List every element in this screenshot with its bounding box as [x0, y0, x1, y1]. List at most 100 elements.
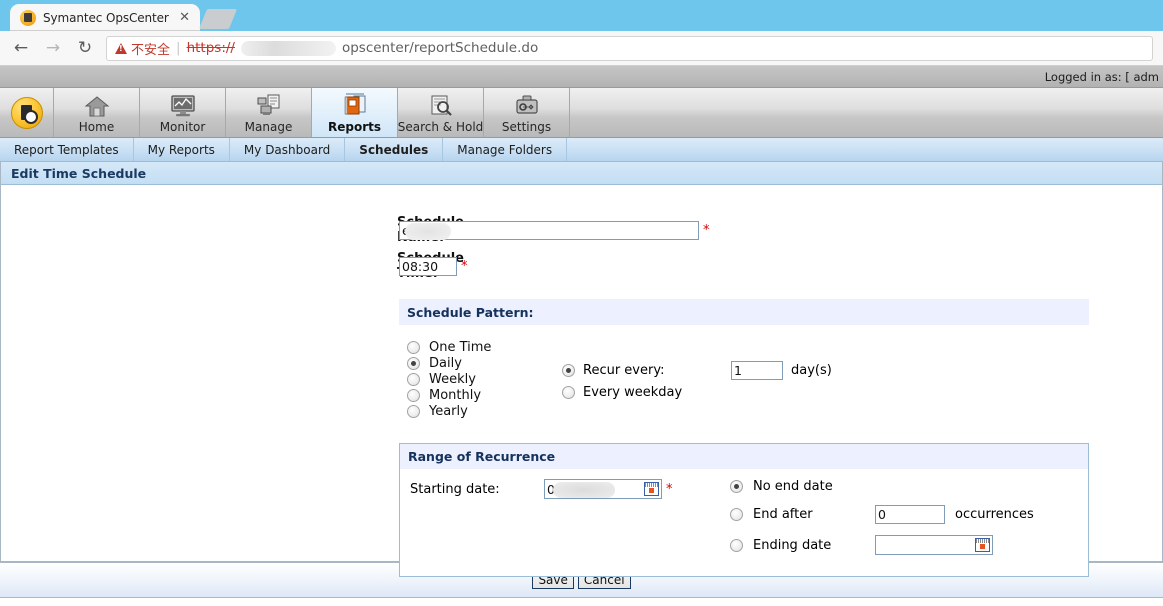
toolbar-label: Home [78, 120, 115, 134]
schedule-form: Schedule Name: * Schedule Time: * [1, 185, 1162, 577]
pattern-option-daily[interactable]: Daily [407, 355, 562, 371]
radio-button[interactable] [730, 508, 743, 521]
toolbar-item-monitor[interactable]: Monitor [140, 88, 226, 137]
pattern-option-label: Monthly [429, 387, 482, 403]
subnav-item-my-reports[interactable]: My Reports [134, 138, 230, 161]
schedule-time-input[interactable] [399, 256, 457, 276]
end-after-occurrences-input[interactable] [875, 505, 945, 524]
toolbar-label: Monitor [159, 120, 206, 134]
browser-chrome: Symantec OpsCenter A ✕ ← → ↻ 不安全 | https… [0, 0, 1163, 66]
pattern-option-monthly[interactable]: Monthly [407, 387, 562, 403]
pattern-option-label: Daily [429, 355, 462, 371]
radio-button[interactable] [407, 340, 420, 354]
sub-navigation: Report Templates My Reports My Dashboard… [0, 138, 1163, 162]
every-weekday-label: Every weekday [583, 385, 683, 400]
page-bottom-spacer [0, 598, 1163, 606]
end-option-ending-date[interactable]: Ending date [730, 535, 1034, 555]
content-panel: Edit Time Schedule Schedule Name: * Sche… [0, 162, 1163, 577]
subnav-item-schedules[interactable]: Schedules [345, 138, 444, 161]
reload-icon[interactable]: ↻ [74, 37, 96, 59]
subnav-item-my-dashboard[interactable]: My Dashboard [230, 138, 346, 161]
radio-button[interactable] [562, 386, 575, 399]
ending-date-field[interactable] [875, 535, 993, 555]
required-mark: * [666, 481, 673, 497]
opscenter-logo-icon [10, 96, 43, 129]
radio-button[interactable] [730, 480, 743, 493]
main-toolbar: Home Monitor Manage Reports Search & Hol… [0, 88, 1163, 138]
recur-unit-label: day(s) [791, 363, 832, 378]
radio-button[interactable] [407, 356, 420, 370]
toolbar-item-search-hold[interactable]: Search & Hold [398, 88, 484, 137]
settings-icon [514, 92, 540, 118]
toolbar-label: Search & Hold [397, 120, 484, 134]
radio-button[interactable] [562, 364, 575, 377]
radio-button[interactable] [730, 538, 743, 552]
toolbar-item-reports[interactable]: Reports [312, 88, 398, 137]
subnav-item-report-templates[interactable]: Report Templates [0, 138, 134, 161]
page-title-label: Edit Time Schedule [11, 165, 147, 181]
recur-interval-input[interactable] [731, 361, 783, 380]
every-weekday-row[interactable]: Every weekday [562, 385, 832, 400]
subnav-item-manage-folders[interactable]: Manage Folders [443, 138, 568, 161]
pattern-option-label: One Time [429, 339, 492, 355]
required-mark: * [461, 258, 468, 274]
starting-date-field[interactable]: 0 5 [544, 479, 662, 499]
back-icon[interactable]: ← [10, 37, 32, 59]
logged-in-label: Logged in as: [ adm [1044, 69, 1159, 84]
schedule-pattern-panel: Schedule Pattern: One Time Daily Weekly … [399, 299, 1089, 427]
url-separator: | [176, 40, 181, 56]
schedule-name-label: Schedule Name: [1, 215, 464, 245]
pattern-option-label: Weekly [429, 371, 476, 387]
forward-icon[interactable]: → [42, 37, 64, 59]
recur-every-row[interactable]: Recur every: day(s) [562, 361, 832, 380]
recur-every-label: Recur every: [583, 363, 665, 378]
login-status-bar: Logged in as: [ adm [0, 66, 1163, 88]
schedule-time-control: * [399, 256, 468, 276]
toolbar-item-manage[interactable]: Manage [226, 88, 312, 137]
end-options-section: No end date End after occurrences Ending… [730, 479, 1034, 566]
pattern-option-label: Yearly [429, 403, 468, 419]
range-title: Range of Recurrence [408, 449, 556, 464]
daily-options: Recur every: day(s) Every weekday [562, 339, 832, 419]
occurrences-label: occurrences [955, 507, 1034, 522]
toolbar-label: Manage [244, 120, 293, 134]
subnav-label: Schedules [359, 142, 429, 157]
address-bar[interactable]: 不安全 | https:// opscenter/reportSchedule.… [106, 35, 1153, 61]
form-top-rows: Schedule Name: * Schedule Time: * [1, 185, 1162, 281]
schedule-name-input[interactable] [399, 220, 699, 240]
tab-title: Symantec OpsCenter A [43, 10, 171, 25]
security-status[interactable]: 不安全 [115, 39, 170, 58]
starting-date-row: Starting date: 0 5 * [410, 479, 730, 499]
end-option-label: End after [753, 507, 813, 522]
range-of-recurrence-panel: Range of Recurrence Starting date: 0 5 [399, 443, 1089, 577]
radio-button[interactable] [407, 372, 420, 386]
calendar-icon[interactable] [975, 538, 990, 552]
manage-icon [255, 92, 283, 118]
subnav-label: Report Templates [14, 142, 119, 157]
browser-tab[interactable]: Symantec OpsCenter A ✕ [10, 4, 200, 31]
radio-button[interactable] [407, 404, 420, 418]
url-path: opscenter/reportSchedule.do [341, 40, 539, 56]
pattern-option-weekly[interactable]: Weekly [407, 371, 562, 387]
schedule-name-wrap [399, 220, 699, 240]
toolbar-item-home[interactable]: Home [54, 88, 140, 137]
toolbar-item-settings[interactable]: Settings [484, 88, 570, 137]
close-icon[interactable]: ✕ [177, 11, 192, 24]
required-mark: * [703, 222, 710, 238]
schedule-name-control: * [399, 220, 710, 240]
pattern-option-yearly[interactable]: Yearly [407, 403, 562, 419]
radio-button[interactable] [407, 388, 420, 402]
monitor-icon [169, 92, 197, 118]
schedule-time-label: Schedule Time: [1, 251, 464, 281]
redaction-overlay [553, 482, 615, 498]
schedule-pattern-header: Schedule Pattern: [399, 299, 1089, 325]
calendar-icon[interactable] [644, 482, 659, 496]
range-body: Starting date: 0 5 * [400, 469, 1088, 576]
end-option-end-after[interactable]: End after occurrences [730, 505, 1034, 524]
opscenter-app: Logged in as: [ adm Home Monitor Manage … [0, 66, 1163, 606]
product-logo [0, 88, 54, 137]
starting-date-label: Starting date: [410, 481, 500, 497]
new-tab-button[interactable] [198, 9, 238, 29]
end-option-no-end-date[interactable]: No end date [730, 479, 1034, 494]
pattern-option-one-time[interactable]: One Time [407, 339, 562, 355]
